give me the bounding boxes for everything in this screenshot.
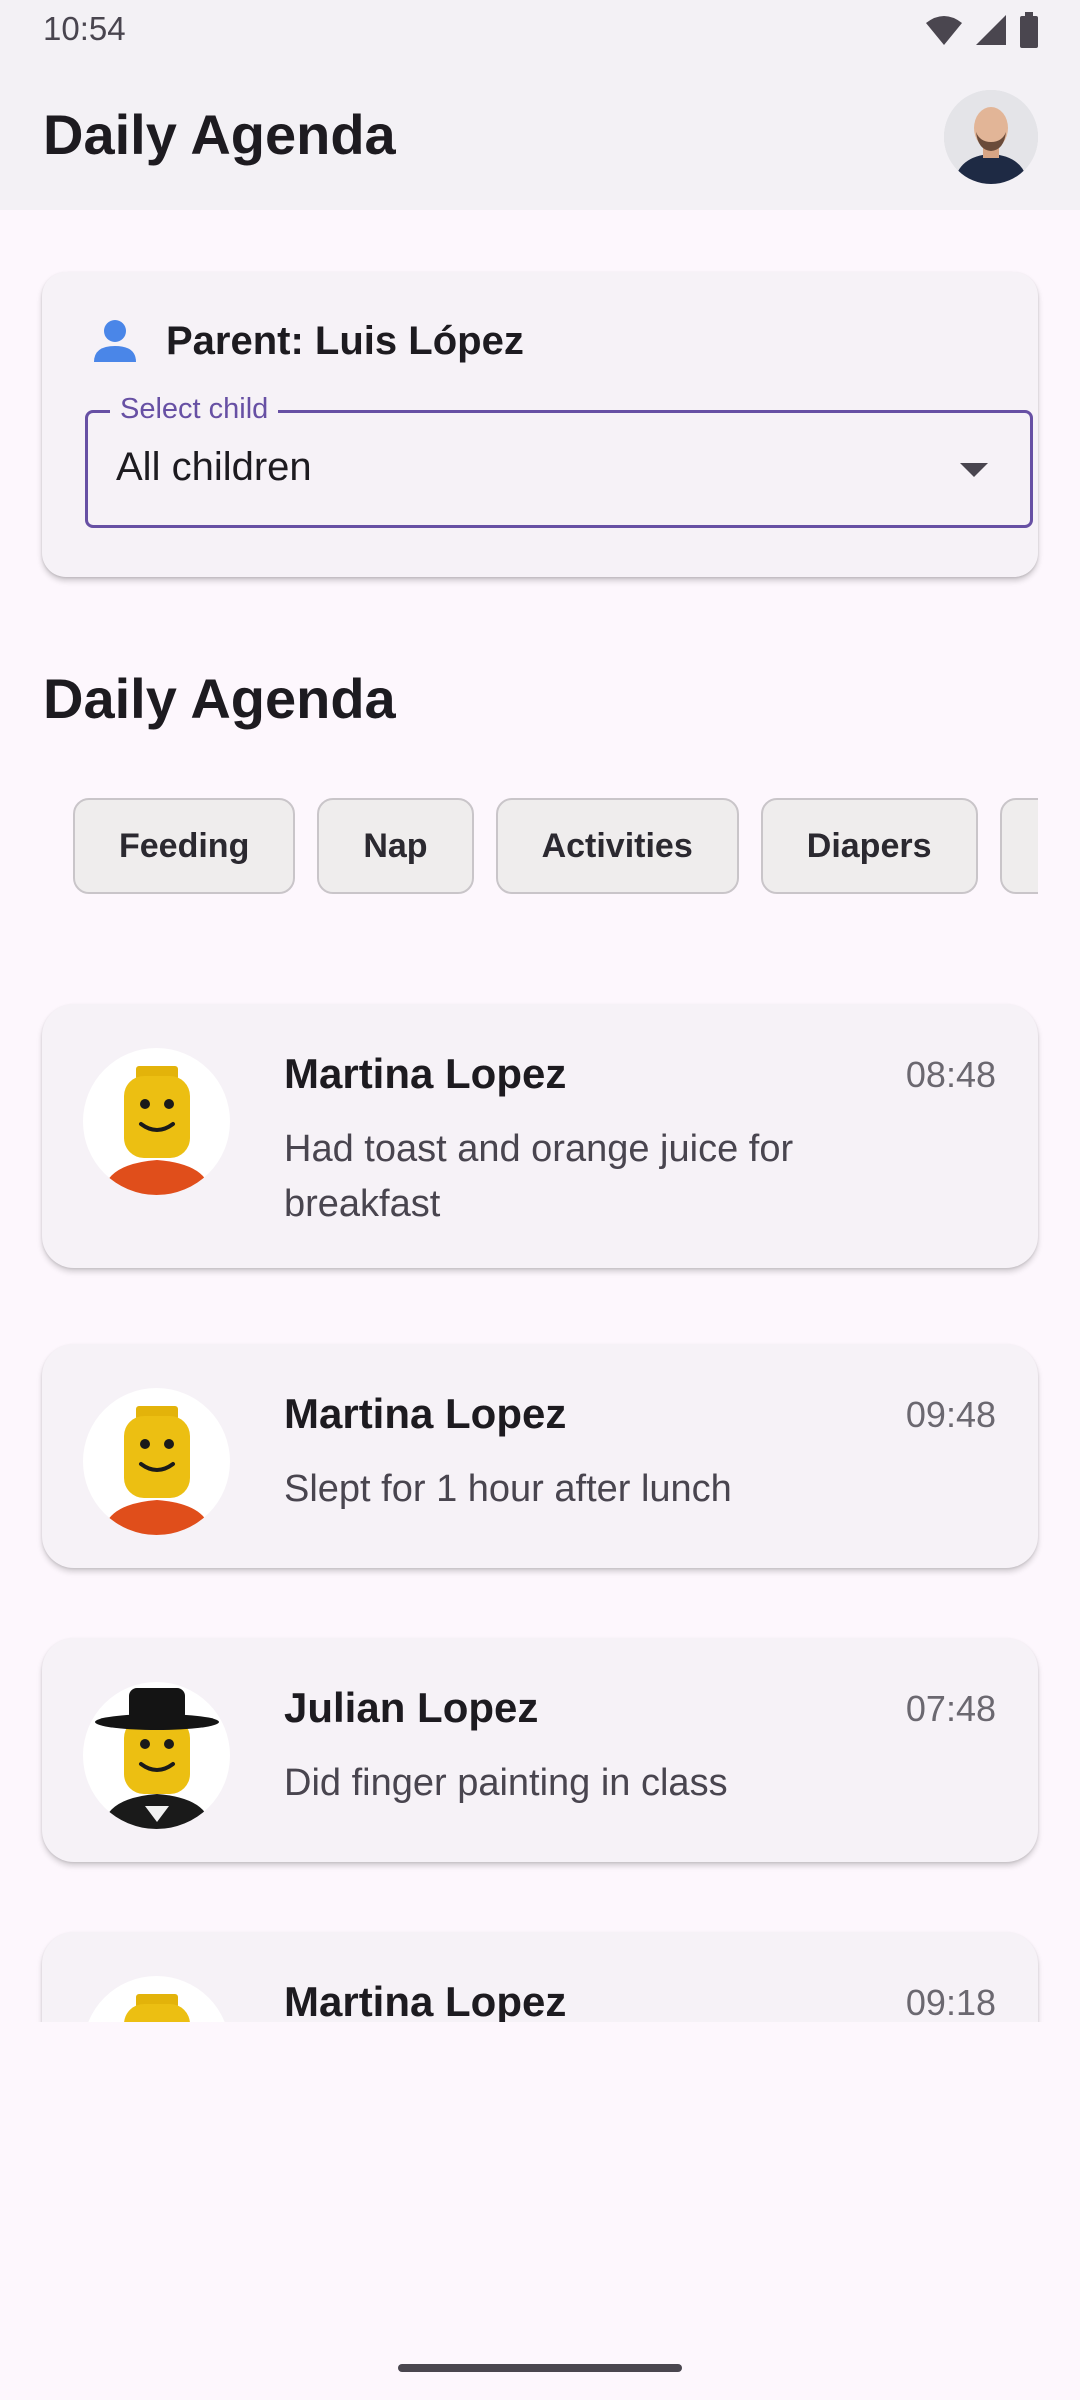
agenda-entry-card[interactable]: Martina Lopez 09:18	[42, 1932, 1038, 2022]
app-title: Daily Agenda	[43, 103, 396, 166]
person-icon	[94, 320, 136, 362]
parent-name: Parent: Luis López	[166, 318, 524, 363]
agenda-entry-card[interactable]: Martina Lopez 09:48 Slept for 1 hour aft…	[42, 1344, 1038, 1568]
child-avatar	[83, 1976, 230, 2022]
lego-yellow-figure-icon	[103, 1066, 211, 1195]
status-icons	[924, 12, 1040, 48]
home-indicator[interactable]	[398, 2364, 682, 2372]
entry-child-name: Julian Lopez	[284, 1684, 539, 1731]
chip-nap[interactable]: Nap	[317, 798, 474, 894]
parent-row: Parent: Luis López	[92, 318, 524, 364]
select-child-label: Select child	[110, 393, 279, 426]
chip-activities[interactable]: Activities	[495, 798, 739, 894]
entry-time: 09:48	[905, 1394, 996, 1435]
dropdown-arrow-icon	[960, 463, 988, 477]
child-avatar	[83, 1682, 230, 1829]
entry-time: 07:48	[905, 1688, 996, 1729]
child-select-dropdown[interactable]: Select child All children	[85, 393, 1033, 528]
lego-yellow-figure-icon	[103, 1406, 211, 1535]
agenda-entry-card[interactable]: Julian Lopez 07:48 Did finger painting i…	[42, 1638, 1038, 1862]
entry-child-name: Martina Lopez	[284, 1390, 567, 1437]
child-avatar	[83, 1048, 230, 1195]
profile-photo-icon	[944, 90, 1038, 184]
entry-time: 08:48	[905, 1054, 996, 1095]
status-bar: 10:54	[0, 0, 1080, 62]
profile-avatar[interactable]	[944, 90, 1038, 184]
agenda-list[interactable]: Martina Lopez 08:48 Had toast and orange…	[0, 990, 1080, 2022]
entry-description: Had toast and orange juice for breakfast	[284, 1128, 794, 1225]
status-time: 10:54	[43, 10, 126, 47]
entry-time: 09:18	[905, 1982, 996, 2022]
filter-chips-row[interactable]: Feeding Nap Activities Diapers	[43, 796, 1038, 900]
parent-card: Parent: Luis López Select child All chil…	[42, 272, 1038, 577]
chip-feeding[interactable]: Feeding	[73, 798, 296, 894]
entry-child-name: Martina Lopez	[284, 1050, 567, 1097]
wifi-icon	[926, 16, 962, 45]
child-avatar	[83, 1388, 230, 1535]
battery-icon	[1020, 12, 1038, 48]
agenda-section-title: Daily Agenda	[43, 667, 396, 730]
selected-child-value: All children	[116, 445, 312, 489]
entry-description: Did finger painting in class	[284, 1762, 728, 1804]
lego-figure-black-hat-icon	[95, 1688, 219, 1829]
entry-child-name: Martina Lopez	[284, 1978, 567, 2022]
lego-yellow-figure-icon	[124, 1994, 190, 2022]
chip-more[interactable]	[999, 798, 1038, 894]
entry-description: Slept for 1 hour after lunch	[284, 1468, 732, 1510]
app-bar: Daily Agenda	[0, 62, 1080, 210]
chip-diapers[interactable]: Diapers	[760, 798, 978, 894]
signal-icon	[976, 15, 1006, 45]
agenda-entry-card[interactable]: Martina Lopez 08:48 Had toast and orange…	[42, 1004, 1038, 1268]
